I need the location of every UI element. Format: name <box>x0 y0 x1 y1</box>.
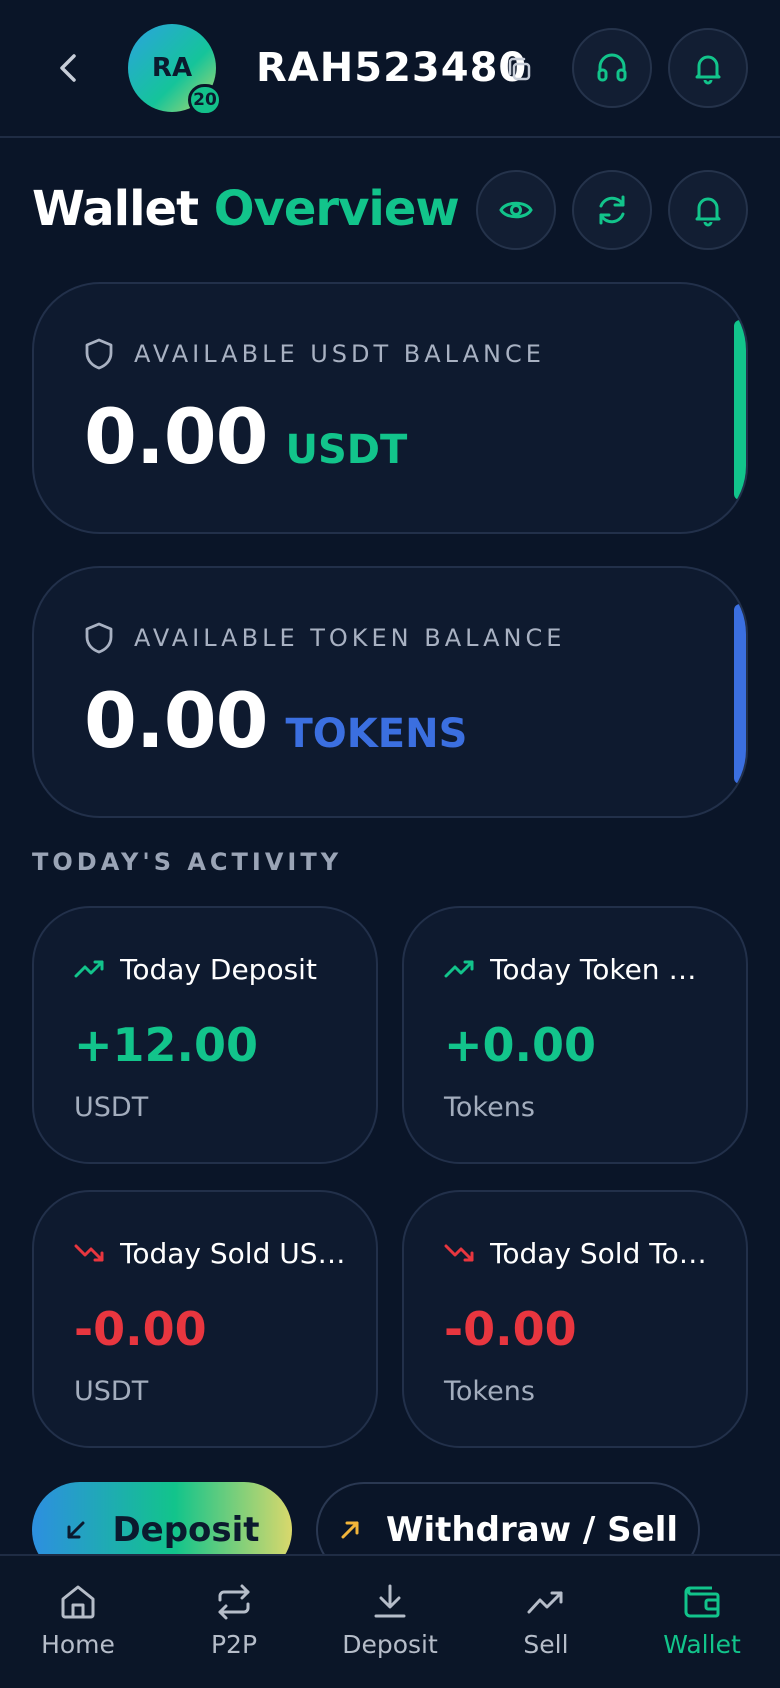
balance-value: 0.00 <box>84 392 269 481</box>
chevron-left-icon <box>57 52 79 84</box>
nav-item-wallet[interactable]: Wallet <box>624 1556 780 1688</box>
page-title: Wallet Overview <box>32 176 460 242</box>
activity-heading: TODAY'S ACTIVITY <box>32 848 343 876</box>
token-balance-card: AVAILABLE TOKEN BALANCE 0.00 TOKENS <box>32 566 748 818</box>
activity-card-title: Today Deposit <box>120 952 317 986</box>
download-icon <box>370 1582 410 1622</box>
balance-label: AVAILABLE TOKEN BALANCE <box>84 618 565 658</box>
arrow-up-right-icon <box>338 1518 362 1542</box>
trend-down-icon <box>444 1242 476 1264</box>
trend-up-icon <box>526 1582 566 1622</box>
activity-card-header: Today Deposit <box>74 948 348 990</box>
refresh-button[interactable] <box>572 170 652 250</box>
balance-amount: 0.00 TOKENS <box>84 676 467 772</box>
activity-card-today-sold-tokens[interactable]: Today Sold Tokens -0.00 Tokens <box>402 1190 748 1448</box>
activity-card-header: Today Sold USDT <box>74 1232 348 1274</box>
withdraw-button-label: Withdraw / Sell <box>385 1510 679 1550</box>
activity-card-unit: USDT <box>74 1092 149 1123</box>
title-word-wallet: Wallet <box>32 181 199 237</box>
balance-label: AVAILABLE USDT BALANCE <box>84 334 545 374</box>
title-word-overview: Overview <box>213 181 460 237</box>
support-button[interactable] <box>572 28 652 108</box>
balance-value: 0.00 <box>84 676 269 765</box>
bell-icon <box>690 192 726 228</box>
home-icon <box>58 1582 98 1622</box>
nav-label: P2P <box>210 1630 258 1659</box>
accent-stripe <box>734 604 746 784</box>
copy-button[interactable] <box>504 54 534 84</box>
balance-unit: TOKENS <box>285 711 468 757</box>
user-id: RAH523480 <box>256 45 528 91</box>
trend-down-icon <box>74 1242 106 1264</box>
accent-stripe <box>734 320 746 500</box>
activity-card-value: -0.00 <box>74 1302 207 1356</box>
top-header: RA 20 RAH523480 <box>0 0 780 138</box>
shield-icon <box>84 621 114 655</box>
nav-label: Home <box>41 1630 115 1659</box>
deposit-button-label: Deposit <box>112 1510 260 1550</box>
exchange-icon <box>214 1582 254 1622</box>
copy-icon <box>505 55 533 83</box>
activity-card-today-sold-usdt[interactable]: Today Sold USDT -0.00 USDT <box>32 1190 378 1448</box>
activity-card-unit: Tokens <box>444 1092 535 1123</box>
nav-item-p2p[interactable]: P2P <box>156 1556 312 1688</box>
nav-item-home[interactable]: Home <box>0 1556 156 1688</box>
activity-card-unit: Tokens <box>444 1376 535 1407</box>
notifications-button[interactable] <box>668 28 748 108</box>
activity-card-today-token-deposit[interactable]: Today Token Deposit +0.00 Tokens <box>402 906 748 1164</box>
balance-label-text: AVAILABLE TOKEN BALANCE <box>134 624 566 652</box>
nav-label: Wallet <box>663 1630 741 1659</box>
back-button[interactable] <box>44 40 92 96</box>
wallet-icon <box>682 1582 722 1622</box>
trend-up-icon <box>74 958 106 980</box>
nav-label: Sell <box>523 1630 569 1659</box>
activity-card-today-deposit[interactable]: Today Deposit +12.00 USDT <box>32 906 378 1164</box>
balance-unit: USDT <box>285 427 408 473</box>
activity-card-value: +12.00 <box>74 1018 259 1072</box>
nav-label: Deposit <box>342 1630 438 1659</box>
alerts-button[interactable] <box>668 170 748 250</box>
activity-card-value: +0.00 <box>444 1018 597 1072</box>
bottom-nav: Home P2P Deposit Sell Wallet <box>0 1554 780 1688</box>
level-badge: 20 <box>188 84 222 116</box>
eye-icon <box>498 192 534 228</box>
nav-item-sell[interactable]: Sell <box>468 1556 624 1688</box>
usdt-balance-card: AVAILABLE USDT BALANCE 0.00 USDT <box>32 282 748 534</box>
nav-item-deposit[interactable]: Deposit <box>312 1556 468 1688</box>
toggle-visibility-button[interactable] <box>476 170 556 250</box>
activity-card-title: Today Sold Tokens <box>490 1236 718 1270</box>
bell-icon <box>690 50 726 86</box>
balance-label-text: AVAILABLE USDT BALANCE <box>134 340 545 368</box>
shield-icon <box>84 337 114 371</box>
arrow-down-left-icon <box>64 1518 88 1542</box>
activity-card-unit: USDT <box>74 1376 149 1407</box>
refresh-icon <box>594 192 630 228</box>
activity-card-value: -0.00 <box>444 1302 577 1356</box>
activity-card-title: Today Sold USDT <box>120 1236 348 1270</box>
headset-icon <box>594 50 630 86</box>
activity-card-header: Today Token Deposit <box>444 948 718 990</box>
trend-up-icon <box>444 958 476 980</box>
activity-card-header: Today Sold Tokens <box>444 1232 718 1274</box>
avatar-initials: RA <box>151 53 193 83</box>
balance-amount: 0.00 USDT <box>84 392 407 488</box>
activity-card-title: Today Token Deposit <box>490 952 718 986</box>
